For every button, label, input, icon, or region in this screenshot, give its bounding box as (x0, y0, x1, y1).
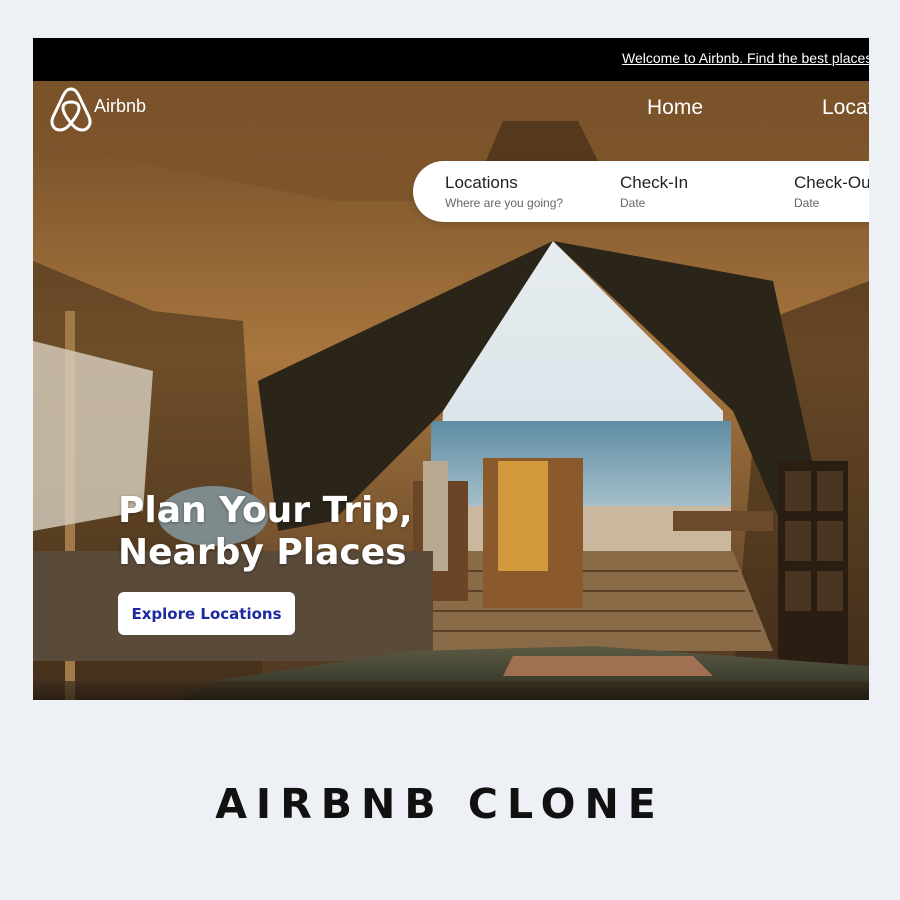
brand-name[interactable]: Airbnb (94, 96, 146, 117)
hero-headline: Plan Your Trip, Nearby Places (118, 490, 413, 574)
announcement-link[interactable]: Welcome to Airbnb. Find the best places (622, 50, 869, 66)
search-field-label: Locations (445, 173, 518, 192)
search-bar: Locations Where are you going? Check-In … (413, 161, 869, 222)
hero-headline-line: Plan Your Trip, (118, 490, 413, 531)
search-field-hint: Date (794, 196, 820, 210)
search-field-hint: Date (620, 196, 646, 210)
search-field-hint: Where are you going? (445, 196, 564, 210)
search-field-label: Check-Out (794, 173, 869, 192)
airbnb-logo-icon[interactable] (48, 83, 94, 133)
announcement-bar: Welcome to Airbnb. Find the best places (33, 38, 869, 81)
page-caption: AIRBNB CLONE (215, 780, 665, 828)
search-field-check-in[interactable]: Check-In Date (620, 173, 688, 210)
nav-link-locations[interactable]: Locations (822, 96, 869, 120)
search-field-check-out[interactable]: Check-Out Date (794, 173, 869, 210)
search-field-label: Check-In (620, 173, 689, 192)
hero-headline-line: Nearby Places (118, 532, 407, 573)
search-field-locations[interactable]: Locations Where are you going? (445, 173, 563, 210)
nav-link-home[interactable]: Home (647, 96, 703, 120)
explore-locations-button[interactable]: Explore Locations (118, 592, 295, 635)
website-screenshot: Welcome to Airbnb. Find the best places (33, 38, 869, 700)
